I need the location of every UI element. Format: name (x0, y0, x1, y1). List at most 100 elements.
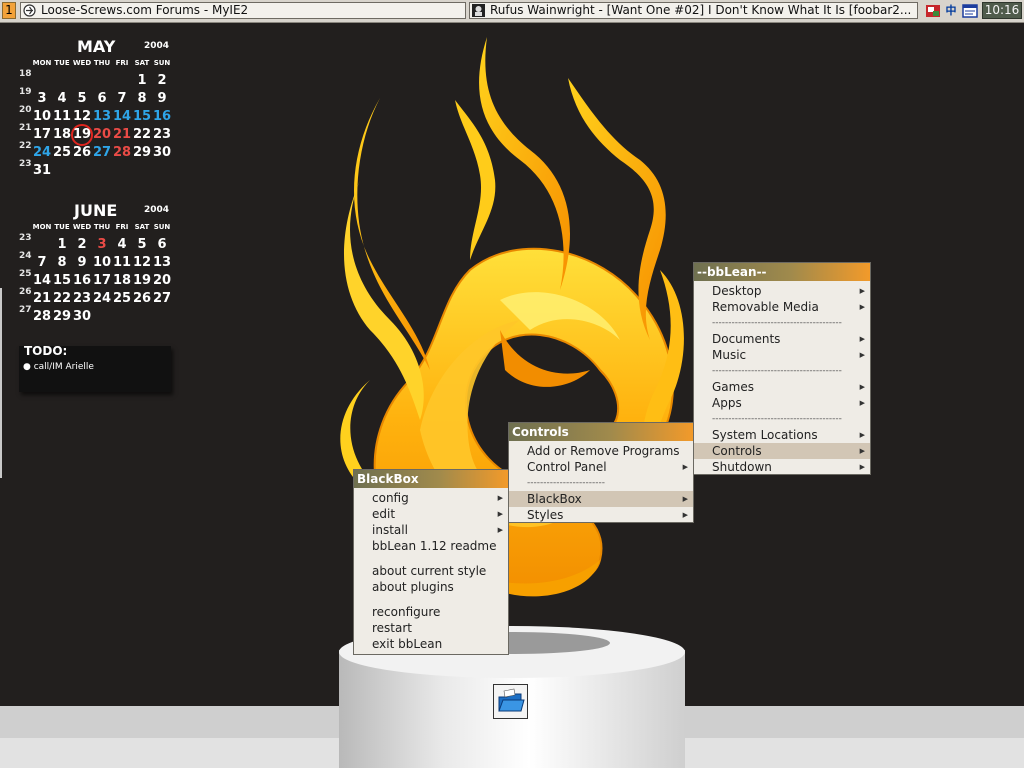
calendar-day: 23 (72, 291, 92, 306)
menu-item-label: Games (712, 380, 754, 394)
menu-item-reconfigure[interactable]: reconfigure (354, 604, 508, 620)
submenu-arrow-icon: ▶ (497, 494, 503, 502)
folder-icon[interactable] (493, 684, 528, 719)
menu-item-controls[interactable]: Controls ▶ (694, 443, 870, 459)
menu-item-about-current-style[interactable]: about current style (354, 563, 508, 579)
calendar-day: 10 (32, 109, 52, 124)
menu-item-documents[interactable]: Documents ▶ (694, 331, 870, 347)
workspace-indicator[interactable]: 1 (2, 2, 16, 19)
calendar-day: 18 (52, 127, 72, 142)
menu-item-about-plugins[interactable]: about plugins (354, 579, 508, 595)
submenu-arrow-icon: ▶ (859, 383, 865, 391)
dow-tue: TUE (54, 59, 70, 67)
calendar-day: 30 (72, 309, 92, 324)
task-button-myie2[interactable]: Loose-Screws.com Forums - MyIE2 (20, 2, 466, 19)
calendar-day: 20 (152, 273, 172, 288)
calendar-day: 6 (157, 237, 167, 252)
calendar-day: 12 (72, 109, 92, 124)
menu-item-apps[interactable]: Apps ▶ (694, 395, 870, 411)
menu-separator: ---------------------------------------- (712, 414, 842, 424)
calendar-day: 10 (92, 255, 112, 270)
menu-item-install[interactable]: install ▶ (354, 522, 508, 538)
clock[interactable]: 10:16 (982, 2, 1022, 19)
menu-item-styles[interactable]: Styles ▶ (509, 507, 693, 523)
year-label: 2004 (144, 205, 170, 215)
chinese-ime-icon[interactable]: 中 (944, 3, 958, 19)
dow-mon: MON (32, 223, 52, 231)
menu-item-system-locations[interactable]: System Locations ▶ (694, 427, 870, 443)
menu-separator: ------------------------ (527, 478, 605, 488)
submenu-arrow-icon: ▶ (859, 335, 865, 343)
foobar-icon (472, 4, 485, 17)
dow-thu: THU (93, 59, 111, 67)
dow-thu: THU (93, 223, 111, 231)
menu-item-label: bbLean 1.12 readme (372, 539, 497, 553)
todo-title: TODO: (24, 344, 68, 358)
calendar-day: 28 (32, 309, 52, 324)
dow-mon: MON (32, 59, 52, 67)
submenu-arrow-icon: ▶ (859, 351, 865, 359)
menu-item-blackbox[interactable]: BlackBox ▶ (509, 491, 693, 507)
calendar-day: 19 (72, 127, 92, 142)
menu-item-label: Shutdown (712, 460, 772, 474)
calendar-day: 15 (132, 109, 152, 124)
calendar-day: 27 (152, 291, 172, 306)
week-number: 21 (19, 123, 32, 133)
menu-item-label: BlackBox (527, 492, 582, 506)
menu-item-label: exit bbLean (372, 637, 443, 651)
menu-item-label: Removable Media (712, 300, 819, 314)
menu-item-label: Documents (712, 332, 781, 346)
menu-item-edit[interactable]: edit ▶ (354, 506, 508, 522)
dow-sat: SAT (134, 59, 150, 67)
controls-menu: Controls Add or Remove Programs Control P… (508, 422, 694, 523)
menu-item-label: Styles (527, 508, 564, 522)
calendar-day: 11 (52, 109, 72, 124)
menu-item-bblean-1-12-readme[interactable]: bbLean 1.12 readme (354, 538, 508, 554)
calendar-day: 30 (152, 145, 172, 160)
week-number: 19 (19, 87, 32, 97)
week-number: 23 (19, 159, 32, 169)
menu-item-label: System Locations (712, 428, 818, 442)
menu-item-add-or-remove-programs[interactable]: Add or Remove Programs (509, 443, 693, 459)
menu-item-removable-media[interactable]: Removable Media ▶ (694, 299, 870, 315)
window-tray-icon[interactable] (962, 3, 978, 19)
menu-separator: ---------------------------------------- (712, 318, 842, 328)
calendar-day: 24 (92, 291, 112, 306)
month-name: JUNE (74, 201, 118, 220)
menu-item-control-panel[interactable]: Control Panel ▶ (509, 459, 693, 475)
calendar-day: 22 (132, 127, 152, 142)
menu-item-shutdown[interactable]: Shutdown ▶ (694, 459, 870, 475)
menu-item-label: Desktop (712, 284, 762, 298)
menu-item-exit-bblean[interactable]: exit bbLean (354, 636, 508, 652)
calendar-day: 3 (97, 237, 107, 252)
calendar-day: 8 (57, 255, 67, 270)
calendar-day: 28 (112, 145, 132, 160)
menu-item-label: Control Panel (527, 460, 607, 474)
menu-item-config[interactable]: config ▶ (354, 490, 508, 506)
menu-item-games[interactable]: Games ▶ (694, 379, 870, 395)
week-number: 24 (19, 251, 32, 261)
calendar-day: 5 (77, 91, 87, 106)
menu-item-desktop[interactable]: Desktop ▶ (694, 283, 870, 299)
calendar-day: 25 (112, 291, 132, 306)
menu-item-label: Controls (712, 444, 762, 458)
task-button-foobar[interactable]: Rufus Wainwright - [Want One #02] I Don'… (469, 2, 918, 19)
todo-item: ● call/IM Arielle (23, 362, 94, 372)
menu-item-music[interactable]: Music ▶ (694, 347, 870, 363)
calendar-day: 26 (132, 291, 152, 306)
dow-sun: SUN (153, 223, 171, 231)
dow-wed: WED (72, 223, 92, 231)
bblean-root-menu: --bbLean-- Desktop ▶ Removable Media ▶ -----… (693, 262, 871, 475)
year-label: 2004 (144, 41, 170, 51)
week-number: 25 (19, 269, 32, 279)
submenu-arrow-icon: ▶ (859, 399, 865, 407)
menu-title: --bbLean-- (694, 263, 870, 281)
calendar-day: 1 (137, 73, 147, 88)
calendar-day: 17 (32, 127, 52, 142)
network-icon[interactable] (925, 3, 941, 19)
calendar-day: 25 (52, 145, 72, 160)
menu-item-restart[interactable]: restart (354, 620, 508, 636)
calendar-day: 11 (112, 255, 132, 270)
calendar-day: 6 (97, 91, 107, 106)
calendar-day: 17 (92, 273, 112, 288)
